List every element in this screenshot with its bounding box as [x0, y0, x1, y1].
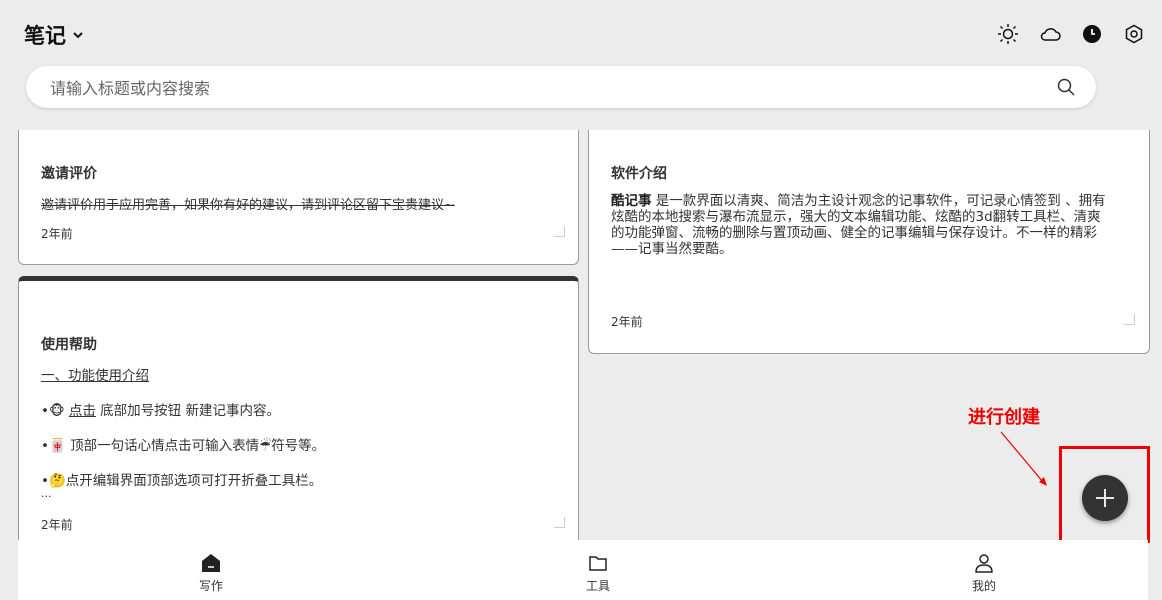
card-corner: [554, 226, 565, 237]
add-note-button[interactable]: [1082, 475, 1128, 521]
note-body: 酷记事 是一款界面以清爽、简洁为主设计观念的记事软件，可记录心情签到 、拥有炫酷…: [611, 193, 1111, 257]
folder-icon: [589, 556, 607, 571]
note-time: 2年前: [41, 518, 73, 532]
note-title: 使用帮助: [41, 337, 97, 353]
search-icon[interactable]: [1056, 77, 1076, 97]
note-line: •🤔点开编辑界面顶部选项可打开折叠工具栏。: [41, 473, 323, 489]
note-section: 一、功能使用介绍: [41, 368, 149, 384]
note-line: •🀄 顶部一句话心情点击可输入表情☔符号等。: [41, 438, 326, 454]
chevron-down-icon: [73, 32, 83, 39]
note-time: 2年前: [41, 227, 73, 241]
line-prefix: •🐵: [41, 403, 69, 419]
toolbar-icons: [996, 22, 1146, 46]
top-bar: 笔记: [0, 0, 1162, 64]
nav-label: 写作: [198, 579, 223, 593]
plus-icon: [1096, 489, 1114, 507]
home-icon: [202, 554, 220, 572]
note-card-help[interactable]: 使用帮助 一、功能使用介绍 •🐵 点击 底部加号按钮 新建记事内容。 •🀄 顶部…: [18, 276, 579, 540]
settings-icon[interactable]: [1122, 22, 1146, 46]
nav-mine[interactable]: 我的: [924, 540, 1044, 600]
nav-label: 我的: [971, 579, 996, 593]
annotation-label: 进行创建: [968, 407, 1040, 428]
nav-tools[interactable]: 工具: [538, 540, 658, 600]
line-suffix: 底部加号按钮 新建记事内容。: [95, 403, 280, 419]
note-ellipsis: ...: [41, 487, 52, 500]
note-title: 软件介绍: [611, 166, 667, 182]
note-body: 邀请评价用于应用完善，如果你有好的建议，请到评论区留下宝贵建议~: [41, 198, 455, 213]
notes-feed[interactable]: 邀请评价 邀请评价用于应用完善，如果你有好的建议，请到评论区留下宝贵建议~ 2年…: [0, 130, 1162, 540]
note-card-invite[interactable]: 邀请评价 邀请评价用于应用完善，如果你有好的建议，请到评论区留下宝贵建议~ 2年…: [18, 130, 579, 265]
card-corner: [1124, 314, 1135, 325]
card-corner: [554, 517, 565, 528]
search-bar: [26, 66, 1096, 110]
cloud-icon[interactable]: [1038, 22, 1062, 46]
note-line: •🐵 点击 底部加号按钮 新建记事内容。: [41, 399, 280, 419]
line-link[interactable]: 点击: [69, 403, 96, 419]
nav-write[interactable]: 写作: [151, 540, 271, 600]
annotation-arrow: [1000, 431, 1047, 486]
note-time: 2年前: [611, 315, 643, 329]
search-input[interactable]: [48, 66, 1032, 110]
nav-label: 工具: [585, 579, 610, 593]
app-name: 酷记事: [611, 193, 652, 209]
note-body-text: 是一款界面以清爽、简洁为主设计观念的记事软件，可记录心情签到 、拥有炫酷的本地搜…: [611, 193, 1106, 257]
note-card-about[interactable]: 软件介绍 酷记事 是一款界面以清爽、简洁为主设计观念的记事软件，可记录心情签到 …: [588, 130, 1150, 354]
bottom-nav: 写作 工具 我的: [18, 540, 1148, 600]
user-icon: [975, 554, 993, 573]
page-title: 笔记: [24, 24, 66, 48]
notebook-selector[interactable]: 笔记: [24, 20, 84, 50]
note-title: 邀请评价: [41, 166, 97, 182]
sun-icon[interactable]: [996, 22, 1020, 46]
clock-icon[interactable]: [1080, 22, 1104, 46]
